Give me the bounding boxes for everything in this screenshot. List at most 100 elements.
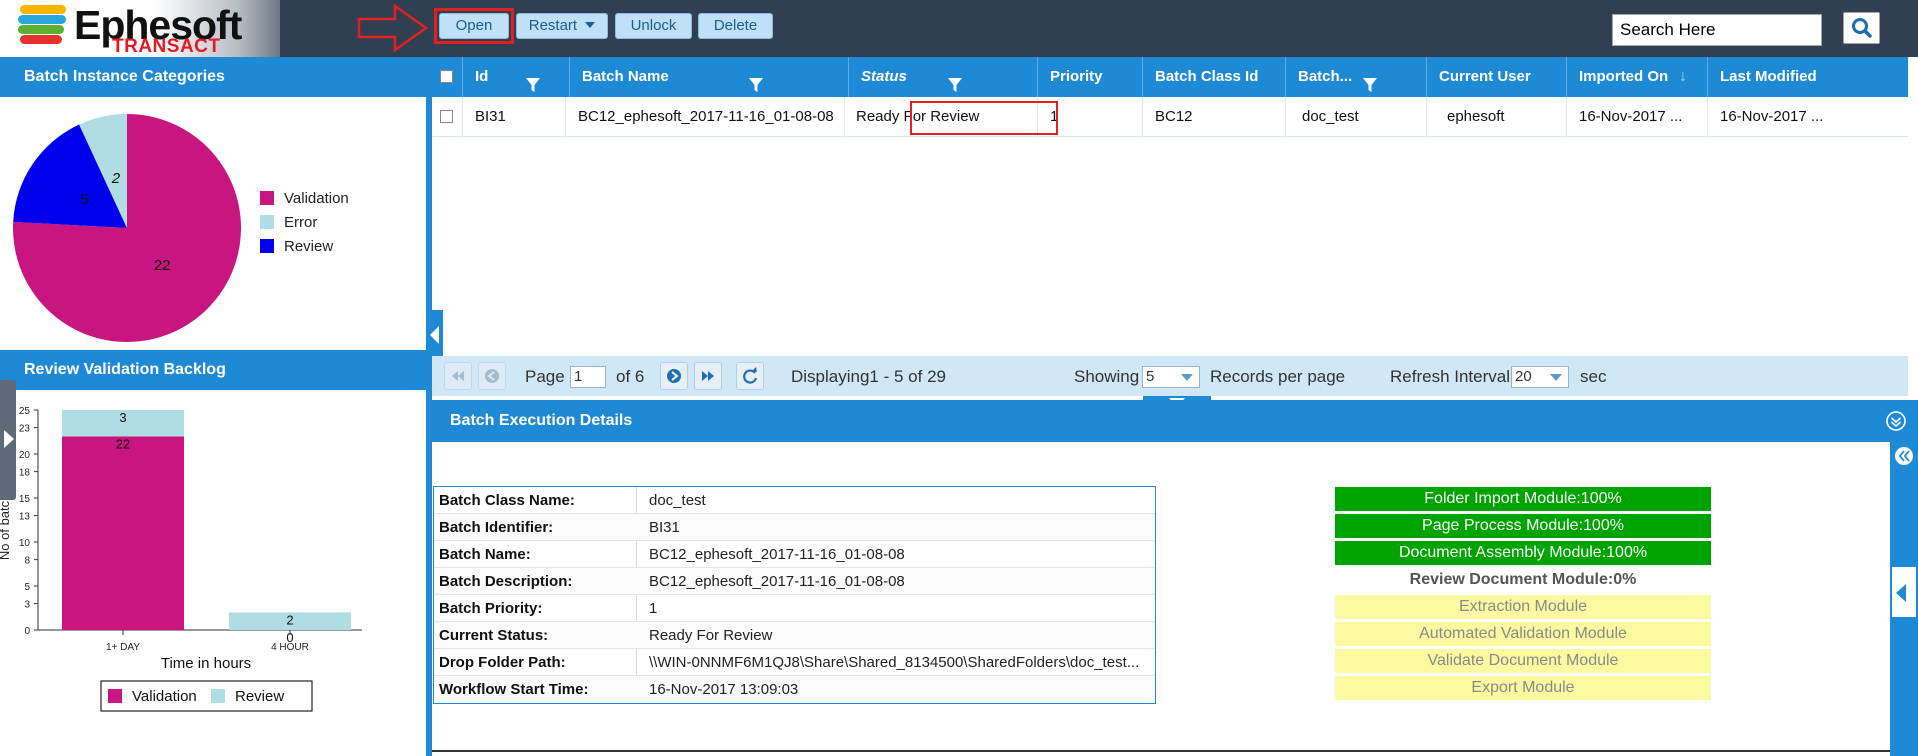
col-batch-class-id[interactable]: Batch Class Id [1143,57,1286,97]
left-panel-expand-tab[interactable] [0,380,16,500]
detail-row: Workflow Start Time: 16-Nov-2017 13:09:0… [434,676,1155,703]
filter-icon[interactable] [947,69,963,97]
refresh-interval-select[interactable]: 20 [1511,366,1569,388]
table-row[interactable]: BI31 BC12_ephesoft_2017-11-16_01-08-08 R… [432,97,1908,137]
first-page-button[interactable] [444,362,472,390]
grid-collapse-tab[interactable] [427,310,443,360]
exec-panel-title: Batch Execution Details [450,412,633,429]
row-checkbox[interactable] [440,110,453,123]
filter-icon[interactable] [748,69,764,97]
top-bar: Ephesoft TRANSACT Open Restart Unlock De… [0,0,1918,57]
module-export: Export Module [1335,676,1711,700]
detail-value: BI31 [649,519,680,536]
category-pie-chart: 22 5 2 [12,114,242,342]
search-button[interactable] [1843,12,1880,44]
col-imported-on[interactable]: Imported On ↓ [1567,57,1708,97]
y-tick-label: 8 [24,556,30,567]
legend-label: Validation [284,190,349,207]
col-batch-name[interactable]: Batch Name [570,57,849,97]
sec-label: sec [1580,367,1607,386]
pointer-arrow-icon [357,3,429,53]
detail-row: Batch Priority: 1 [434,595,1155,622]
delete-button[interactable]: Delete [698,13,773,39]
batch-details-table: Batch Class Name: doc_test Batch Identif… [433,486,1156,704]
legend-label-validation: Validation [132,688,197,705]
legend-swatch [260,239,274,253]
records-per-page-select[interactable]: 5 [1142,366,1200,388]
y-tick-label: 0 [24,626,30,637]
legend-swatch [260,191,274,205]
legend-item-review: Review [260,238,333,255]
detail-label: Batch Class Name: [439,492,575,509]
open-button[interactable]: Open [439,13,509,39]
detail-label: Workflow Start Time: [439,681,589,698]
showing-label: Showing [1074,367,1140,386]
y-tick-label: 3 [24,600,30,611]
legend-label-review: Review [235,688,284,705]
legend-label: Error [284,214,318,231]
bar-validation-0 [62,436,184,630]
last-page-button[interactable] [694,362,722,390]
page-number-input[interactable]: 1 [570,366,606,388]
records-per-page-label: Records per page [1210,367,1346,386]
collapse-chevron-icon[interactable] [1886,411,1906,431]
row-select-cell [432,97,463,137]
app-root: Ephesoft TRANSACT Open Restart Unlock De… [0,0,1918,756]
cell-last-modified: 16-Nov-2017 ... [1720,108,1824,125]
x-tick-label: 4 HOUR [271,642,309,653]
detail-label: Batch Name: [439,546,531,563]
detail-row: Current Status: Ready For Review [434,622,1155,649]
bar-value-label: 22 [116,436,130,451]
backlog-bar-chart: 252320181513108530No of batches2231+ DAY… [0,406,362,712]
module-page-process: Page Process Module:100% [1335,514,1711,538]
pie-label-validation: 22 [154,257,171,274]
col-batch-description[interactable]: Batch... [1286,57,1427,97]
search-input[interactable]: Search Here [1612,14,1822,46]
logo-stripes-icon [18,5,66,44]
legend-swatch-review [211,689,225,703]
prev-page-button[interactable] [478,362,506,390]
detail-label: Current Status: [439,627,549,644]
detail-label: Batch Priority: [439,600,543,617]
detail-value: BC12_ephesoft_2017-11-16_01-08-08 [649,546,905,563]
col-priority[interactable]: Priority [1038,57,1143,97]
refresh-interval-label: Refresh Interval [1390,367,1510,386]
detail-label: Drop Folder Path: [439,654,566,671]
col-last-modified[interactable]: Last Modified [1708,57,1908,97]
cell-batch-class-id: BC12 [1143,97,1286,137]
records-per-page-value: 5 [1146,368,1155,385]
col-id-label: Id [475,68,489,85]
filter-icon[interactable] [525,69,541,97]
sort-down-icon: ↓ [1679,68,1687,85]
select-all-checkbox[interactable] [440,70,453,83]
batch-grid-header: Id Batch Name Status Priority Batch Clas… [432,57,1908,97]
legend-swatch [260,215,274,229]
detail-row: Drop Folder Path: \\WIN-0NNMF6M1QJ8\Shar… [434,649,1155,676]
exec-panel-header: Batch Execution Details [432,400,1918,442]
unlock-button[interactable]: Unlock [615,13,692,39]
pie-label-review: 5 [80,191,88,208]
y-tick-label: 13 [19,512,31,523]
module-validate-document: Validate Document Module [1335,649,1711,673]
detail-row: Batch Identifier: BI31 [434,514,1155,541]
module-extraction: Extraction Module [1335,595,1711,619]
bar-value-label: 2 [286,612,293,627]
module-automated-validation: Automated Validation Module [1335,622,1711,646]
expand-left-icon[interactable] [1894,446,1914,466]
col-status[interactable]: Status [849,57,1038,97]
y-tick-label: 20 [19,450,31,461]
next-page-button[interactable] [660,362,688,390]
x-axis-label: Time in hours [161,655,251,672]
y-tick-label: 5 [24,582,30,593]
y-tick-label: 15 [19,494,31,505]
col-current-user[interactable]: Current User [1427,57,1567,97]
refresh-button[interactable] [736,362,764,390]
col-id[interactable]: Id [463,57,570,97]
logo: Ephesoft TRANSACT [0,0,280,57]
cell-id: BI31 [463,97,566,137]
restart-button[interactable]: Restart [516,13,608,39]
page-of-label: of 6 [616,367,645,386]
refresh-interval-value: 20 [1515,368,1532,385]
detail-row: Batch Description: BC12_ephesoft_2017-11… [434,568,1155,595]
filter-icon[interactable] [1362,69,1378,97]
